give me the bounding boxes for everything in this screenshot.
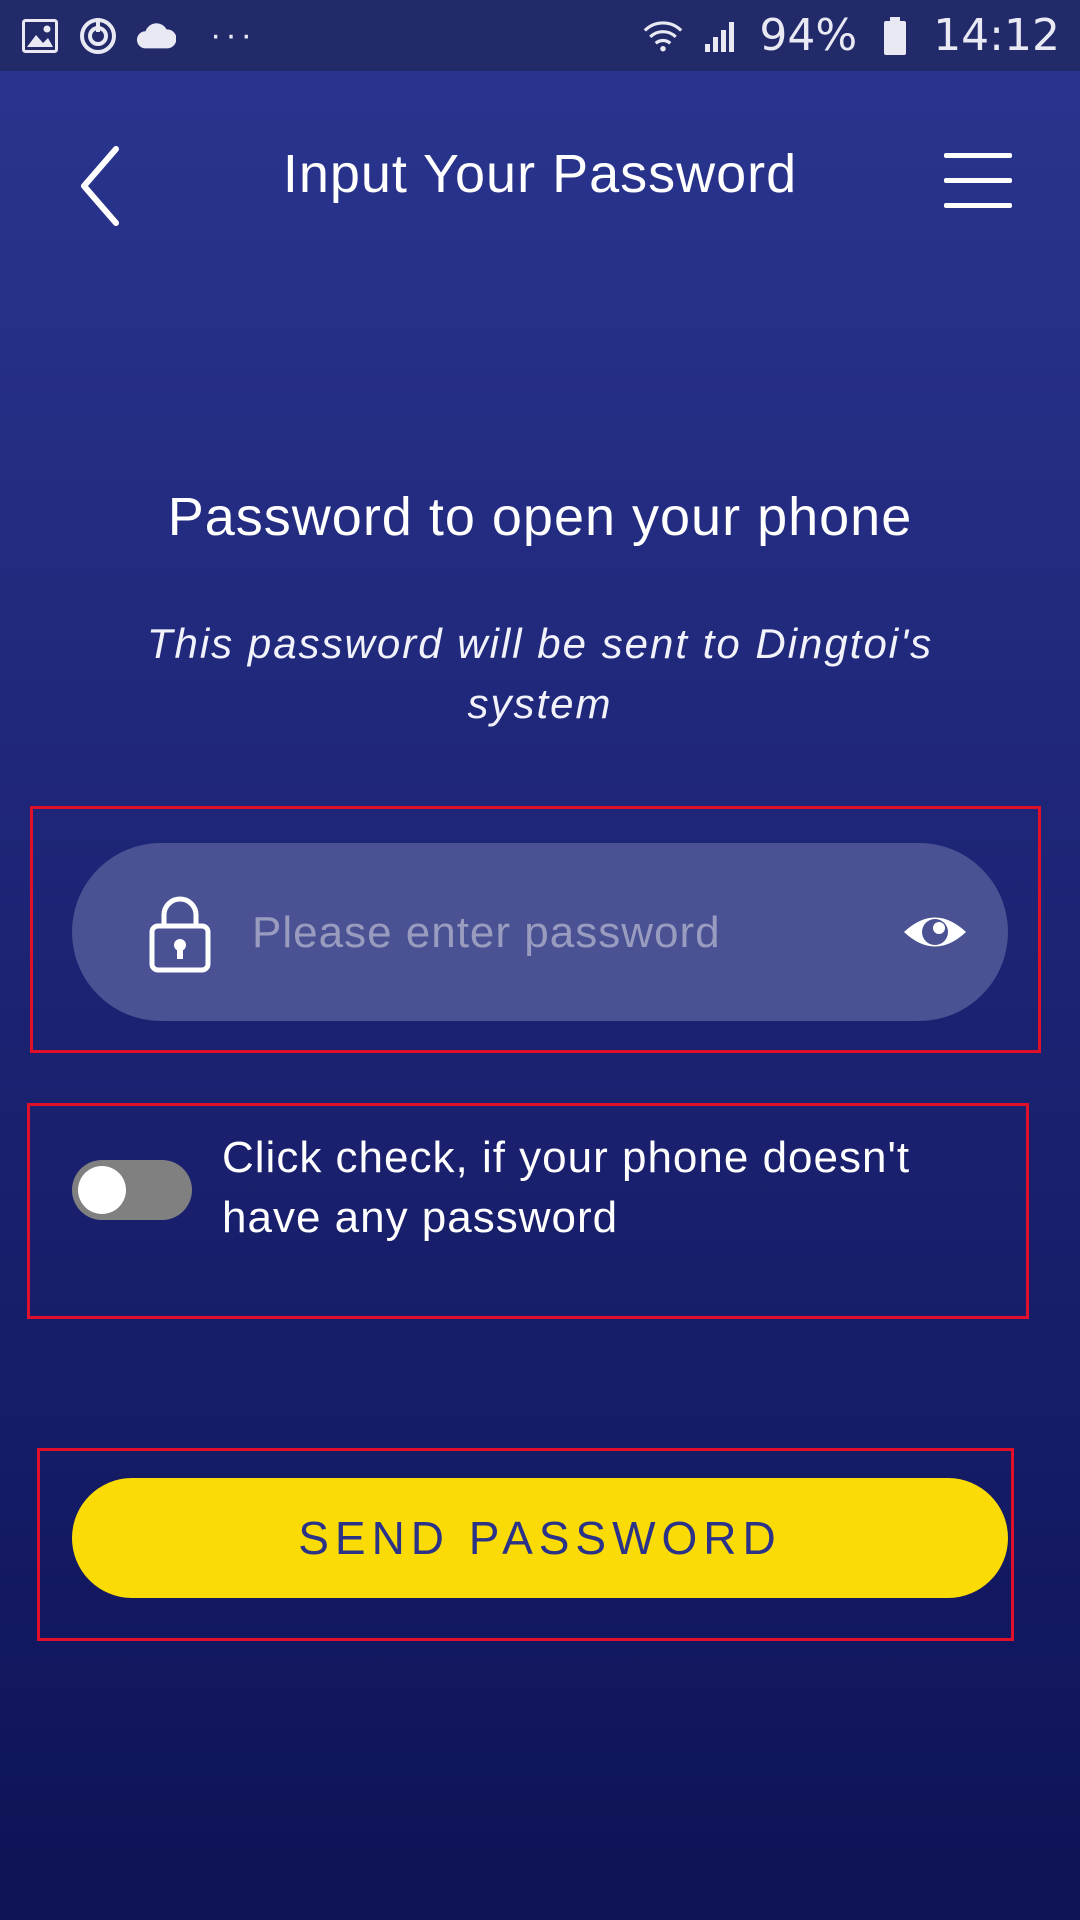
eye-icon[interactable] <box>902 901 968 963</box>
more-notifications-icon: ··· <box>210 16 256 54</box>
section-subheading: This password will be sent to Dingtoi's … <box>146 620 934 727</box>
cloud-icon <box>136 16 176 56</box>
gallery-icon <box>20 16 60 56</box>
status-right: 94% 14:12 <box>643 10 1060 61</box>
app-header: Input Your Password <box>0 71 1080 281</box>
clock: 14:12 <box>933 10 1060 61</box>
page-title: Input Your Password <box>282 144 798 204</box>
hamburger-menu-icon <box>944 153 1012 208</box>
battery-icon <box>875 16 915 56</box>
status-bar: ··· 94% 14:12 <box>0 0 1080 71</box>
send-password-button[interactable]: SEND PASSWORD <box>72 1478 1008 1598</box>
toggle-knob <box>78 1166 126 1214</box>
password-input[interactable] <box>252 883 892 983</box>
battery-percent: 94% <box>759 10 858 61</box>
lock-icon <box>148 893 212 973</box>
no-password-toggle-label: Click check, if your phone doesn't have … <box>222 1133 911 1242</box>
signal-icon <box>701 16 741 56</box>
section-heading: Password to open your phone <box>167 487 913 547</box>
menu-button[interactable] <box>942 151 1014 211</box>
chevron-left-icon <box>81 146 119 226</box>
password-field[interactable] <box>72 843 1008 1021</box>
back-button[interactable] <box>72 141 132 231</box>
status-left: ··· <box>20 16 256 56</box>
wifi-icon <box>643 16 683 56</box>
no-password-toggle[interactable] <box>72 1160 192 1220</box>
sync-icon <box>78 16 118 56</box>
